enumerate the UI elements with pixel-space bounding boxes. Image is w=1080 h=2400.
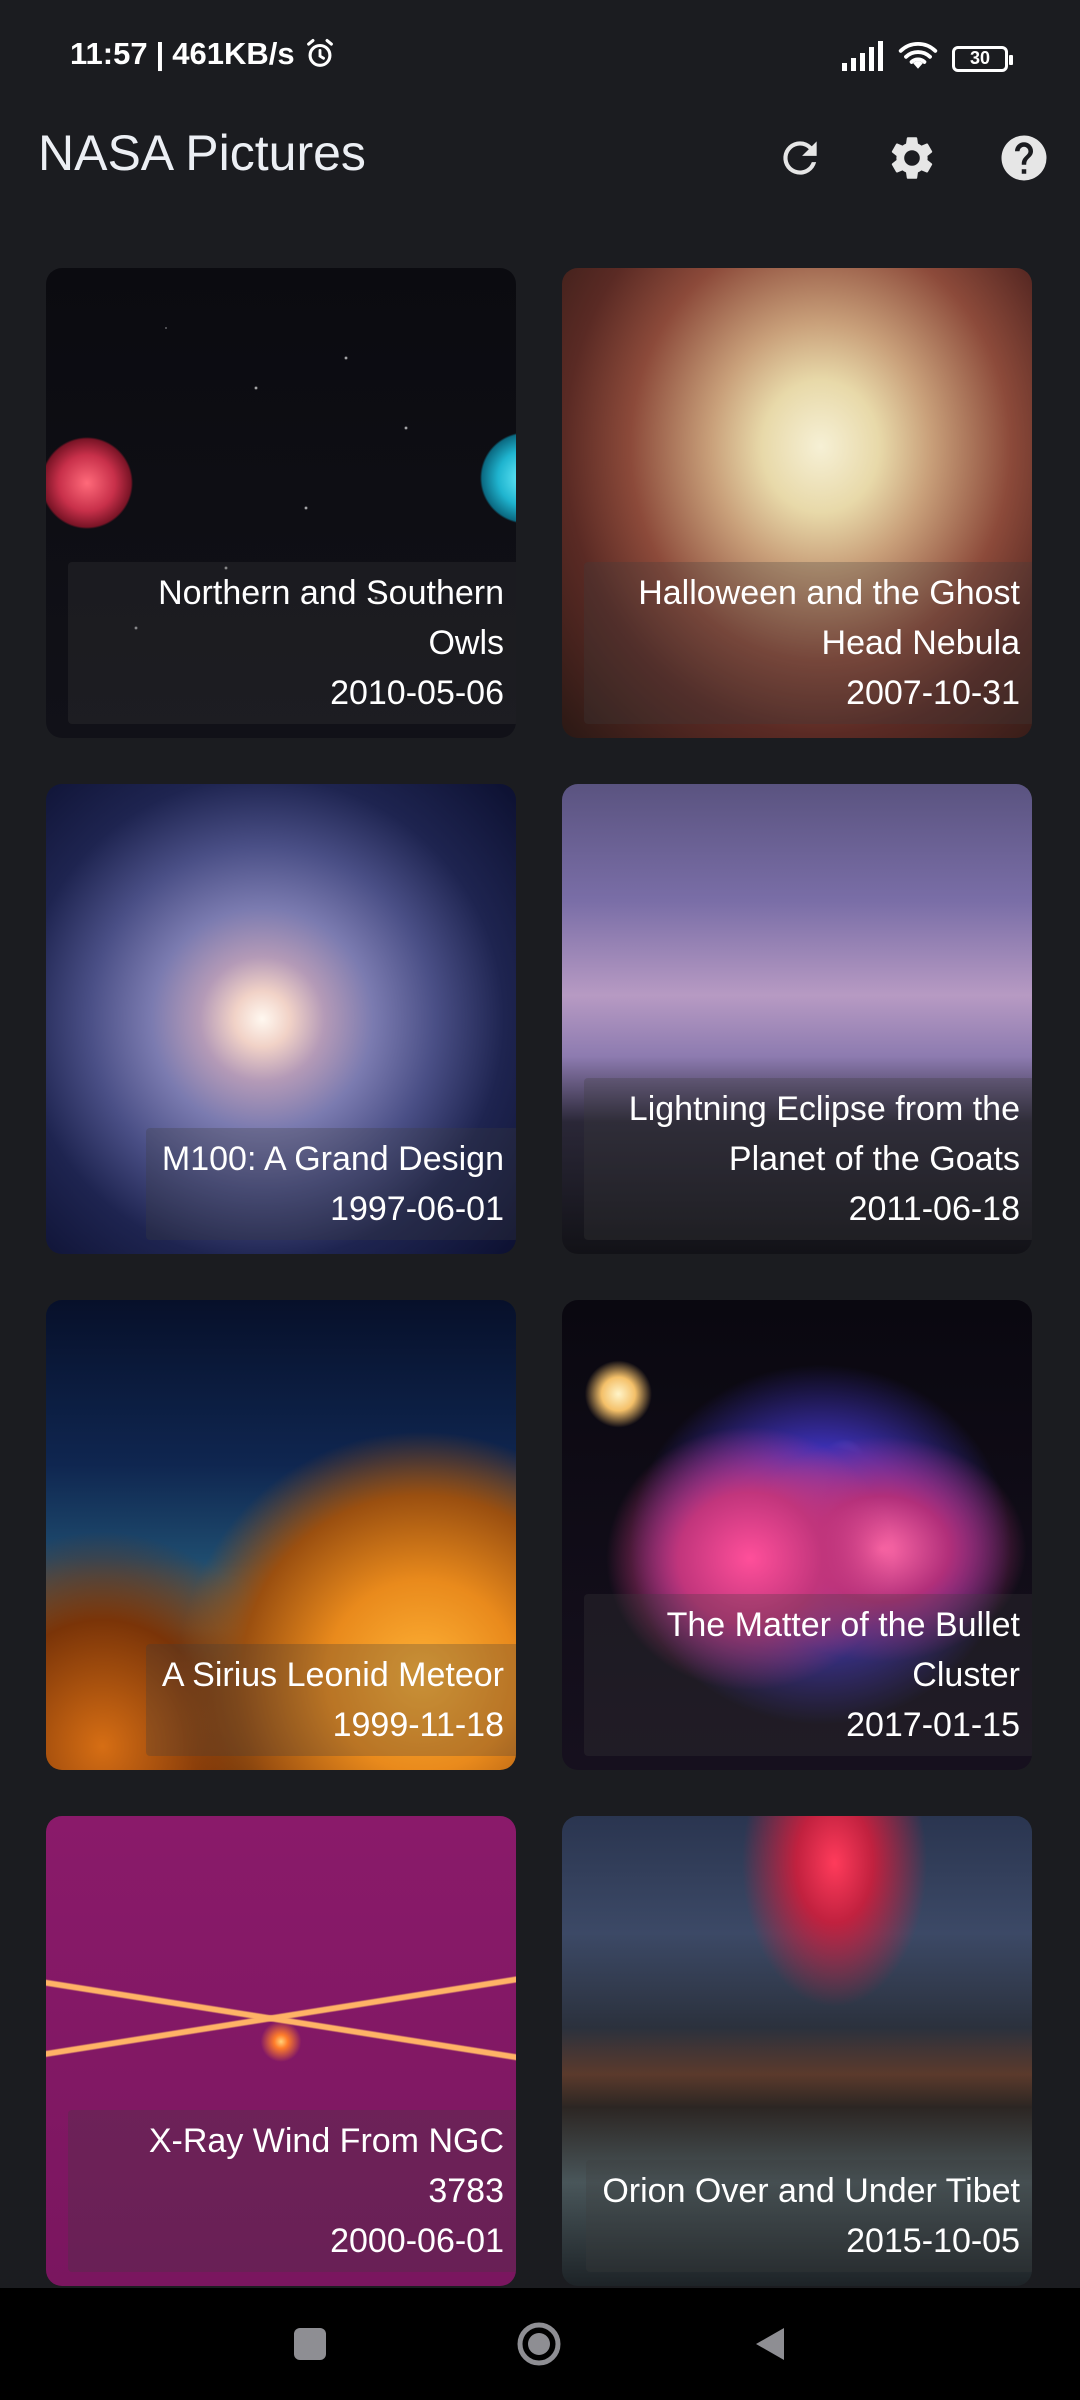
picture-title: A Sirius Leonid Meteor <box>161 1656 504 1694</box>
picture-date: 2011-06-18 <box>848 1190 1020 1228</box>
picture-date: 2007-10-31 <box>846 674 1020 712</box>
status-time: 11:57 <box>70 36 148 71</box>
gear-icon <box>891 137 933 179</box>
help-icon <box>1001 135 1047 181</box>
pictures-grid: Northern and Southern Owls 2010-05-06 Ha… <box>46 268 1034 2286</box>
page-title: NASA Pictures <box>38 125 366 181</box>
recent-apps-button[interactable] <box>282 2316 338 2372</box>
picture-card[interactable]: M100: A Grand Design 1997-06-01 <box>46 784 516 1254</box>
picture-caption: Halloween and the Ghost Head Nebula 2007… <box>584 562 1032 724</box>
picture-card[interactable]: A Sirius Leonid Meteor 1999-11-18 <box>46 1300 516 1770</box>
picture-title: Halloween and the Ghost Head Nebula <box>638 574 1020 662</box>
back-button[interactable] <box>742 2316 798 2372</box>
picture-date: 1999-11-18 <box>332 1706 504 1744</box>
picture-title: Orion Over and Under Tibet <box>602 2172 1020 2210</box>
picture-date: 2000-06-01 <box>330 2222 504 2260</box>
picture-card[interactable]: Halloween and the Ghost Head Nebula 2007… <box>562 268 1032 738</box>
picture-title: M100: A Grand Design <box>161 1140 504 1178</box>
picture-title: Northern and Southern Owls <box>158 574 504 662</box>
picture-title: X-Ray Wind From NGC 3783 <box>148 2122 504 2210</box>
picture-caption: Lightning Eclipse from the Planet of the… <box>584 1078 1032 1240</box>
picture-card[interactable]: Lightning Eclipse from the Planet of the… <box>562 784 1032 1254</box>
picture-card[interactable]: Northern and Southern Owls 2010-05-06 <box>46 268 516 738</box>
picture-date: 2010-05-06 <box>330 674 504 712</box>
network-speed: 461KB/s <box>172 36 295 71</box>
picture-caption: The Matter of the Bullet Cluster 2017-01… <box>584 1594 1032 1756</box>
help-button[interactable] <box>986 120 1062 196</box>
refresh-button[interactable] <box>762 120 838 196</box>
home-icon <box>517 2322 561 2366</box>
status-bar: 11:57 | 461KB/s 30 <box>0 0 1080 120</box>
picture-caption: Northern and Southern Owls 2010-05-06 <box>68 562 516 724</box>
picture-title: The Matter of the Bullet Cluster <box>666 1606 1020 1694</box>
home-button[interactable] <box>511 2316 567 2372</box>
status-right: 30 <box>842 40 1013 77</box>
picture-card[interactable]: X-Ray Wind From NGC 3783 2000-06-01 <box>46 1816 516 2286</box>
status-left: 11:57 | 461KB/s <box>70 36 337 72</box>
refresh-icon <box>783 141 817 175</box>
app-bar: NASA Pictures <box>0 120 1080 270</box>
picture-caption: Orion Over and Under Tibet 2015-10-05 <box>586 2160 1032 2272</box>
signal-icon <box>842 41 884 76</box>
picture-date: 1997-06-01 <box>330 1190 504 1228</box>
picture-date: 2017-01-15 <box>846 1706 1020 1744</box>
settings-button[interactable] <box>874 120 950 196</box>
battery-level: 30 <box>969 48 991 68</box>
picture-card[interactable]: Orion Over and Under Tibet 2015-10-05 <box>562 1816 1032 2286</box>
recent-apps-icon <box>294 2328 326 2360</box>
picture-card[interactable]: The Matter of the Bullet Cluster 2017-01… <box>562 1300 1032 1770</box>
picture-title: Lightning Eclipse from the Planet of the… <box>628 1090 1020 1178</box>
navigation-bar <box>0 2288 1080 2400</box>
status-separator: | <box>155 36 165 71</box>
battery-icon: 30 <box>952 45 1013 72</box>
wifi-icon <box>898 40 938 77</box>
picture-caption: M100: A Grand Design 1997-06-01 <box>145 1128 516 1240</box>
back-icon <box>756 2328 784 2360</box>
picture-caption: X-Ray Wind From NGC 3783 2000-06-01 <box>68 2110 516 2272</box>
picture-caption: A Sirius Leonid Meteor 1999-11-18 <box>145 1644 516 1756</box>
picture-date: 2015-10-05 <box>846 2222 1020 2260</box>
alarm-icon <box>303 37 337 71</box>
